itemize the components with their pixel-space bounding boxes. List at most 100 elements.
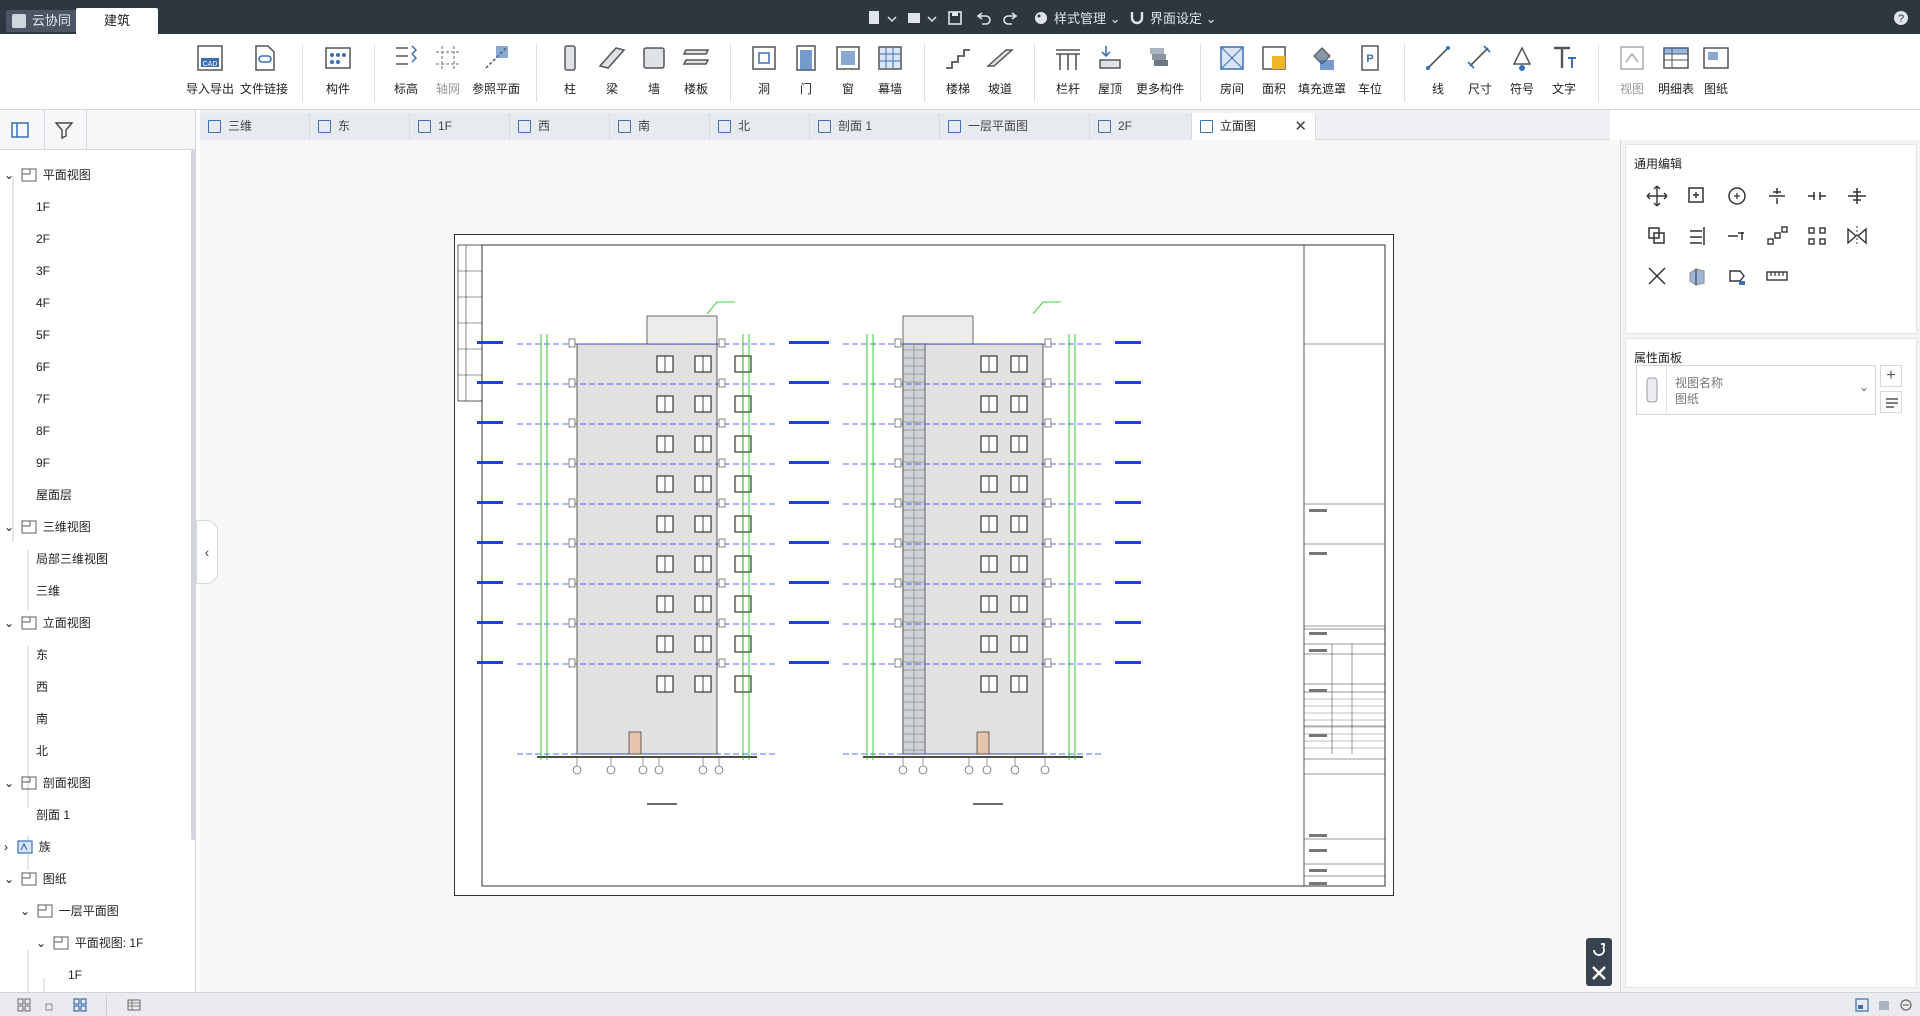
tab-3d[interactable]: 三维 [200, 113, 310, 140]
tree-node-1f-sub[interactable]: 1F [68, 965, 82, 985]
column-button[interactable]: 柱 [552, 42, 588, 97]
tree-node-family[interactable]: › 族 [4, 837, 51, 857]
elevation-mark-button[interactable]: 标高 [388, 42, 424, 97]
ui-settings-menu[interactable]: 界面设定 ⌄ [1150, 8, 1217, 26]
fill-mask-button[interactable]: 填充遮罩 [1296, 42, 1348, 97]
new-file-icon[interactable] [866, 9, 902, 27]
tab-section-1[interactable]: 剖面 1 [810, 113, 940, 140]
measure-icon[interactable] [1764, 263, 1790, 289]
trim-icon[interactable] [1764, 183, 1790, 209]
tree-node-6f[interactable]: 6F [36, 357, 50, 377]
schedule-button[interactable]: 明细表 [1654, 42, 1698, 97]
single-layout-icon[interactable] [42, 997, 58, 1013]
area-button[interactable]: 面积 [1256, 42, 1292, 97]
drawing-canvas[interactable]: ‹ [196, 140, 1620, 992]
edit-type-button[interactable] [1880, 391, 1902, 413]
save-icon[interactable] [946, 9, 964, 27]
tree-node-east[interactable]: 东 [36, 645, 48, 665]
3d-box-icon[interactable] [1684, 263, 1710, 289]
sheet-status-icon[interactable] [1854, 997, 1870, 1013]
opening-button[interactable]: 洞 [746, 42, 782, 97]
tree-node-3d-views[interactable]: ⌄ 三维视图 [4, 517, 91, 537]
tree-node-plan-view-1f[interactable]: ⌄ 平面视图: 1F [36, 933, 143, 953]
tree-node-2f[interactable]: 2F [36, 229, 50, 249]
tree-scrollbar[interactable] [191, 150, 196, 840]
tab-1f[interactable]: 1F [410, 113, 510, 140]
copy-icon[interactable] [1684, 183, 1710, 209]
cloud-collab-tab[interactable]: 云协同 [6, 10, 82, 32]
tree-node-first-floor-plan-sheet[interactable]: ⌄ 一层平面图 [20, 901, 119, 921]
tree-node-5f[interactable]: 5F [36, 325, 50, 345]
extend-icon[interactable] [1844, 183, 1870, 209]
tab-south[interactable]: 南 [610, 113, 710, 140]
room-button[interactable]: 房间 [1214, 42, 1250, 97]
architecture-tab[interactable]: 建筑 [76, 8, 158, 34]
add-type-button[interactable]: + [1880, 365, 1902, 387]
collapse-panel-button[interactable]: ‹ [196, 520, 218, 584]
grid-layout-icon[interactable] [16, 997, 32, 1013]
door-button[interactable]: 门 [788, 42, 824, 97]
rotate-icon[interactable] [1724, 183, 1750, 209]
tree-node-partial-3d[interactable]: 局部三维视图 [36, 549, 108, 569]
rotate-view-icon[interactable] [1589, 941, 1609, 959]
file-link-button[interactable]: 文件链接 [238, 42, 290, 97]
tree-node-south[interactable]: 南 [36, 709, 48, 729]
open-file-icon[interactable] [906, 9, 942, 27]
view-type-selector[interactable]: 视图名称 图纸 ⌄ [1636, 365, 1876, 415]
tab-elevation-drawing[interactable]: 立面图 ✕ [1192, 113, 1316, 140]
beam-button[interactable]: 梁 [594, 42, 630, 97]
tab-north[interactable]: 北 [710, 113, 810, 140]
align-icon[interactable] [1684, 223, 1710, 249]
tree-node-roof-level[interactable]: 屋面层 [36, 485, 72, 505]
tree-node-section-views[interactable]: ⌄ 剖面视图 [4, 773, 91, 793]
break-icon[interactable] [1724, 223, 1750, 249]
tab-west[interactable]: 西 [510, 113, 610, 140]
undo-icon[interactable] [974, 9, 992, 27]
slab-button[interactable]: 楼板 [678, 42, 714, 97]
settings-circle-icon[interactable] [1898, 997, 1914, 1013]
tab-2f[interactable]: 2F [1090, 113, 1192, 140]
tree-node-sheets[interactable]: ⌄ 图纸 [4, 869, 67, 889]
text-button[interactable]: 文字 [1546, 42, 1582, 97]
symbol-button[interactable]: 符号 [1504, 42, 1540, 97]
tree-node-3f[interactable]: 3F [36, 261, 50, 281]
ramp-button[interactable]: 坡道 [982, 42, 1018, 97]
line-button[interactable]: 线 [1420, 42, 1456, 97]
mirror-icon[interactable] [1844, 223, 1870, 249]
tree-node-west[interactable]: 西 [36, 677, 48, 697]
import-export-button[interactable]: CAD 导入导出 [182, 42, 238, 97]
tree-node-elevation-views[interactable]: ⌄ 立面视图 [4, 613, 91, 633]
delete-icon[interactable] [1644, 263, 1670, 289]
tab-east[interactable]: 东 [310, 113, 410, 140]
tree-node-4f[interactable]: 4F [36, 293, 50, 313]
tree-node-8f[interactable]: 8F [36, 421, 50, 441]
window-button[interactable]: 窗 [830, 42, 866, 97]
ref-plane-button[interactable]: 参照平面 [470, 42, 522, 97]
filter-icon[interactable] [54, 121, 74, 139]
tab-first-floor-plan[interactable]: 一层平面图 [940, 113, 1090, 140]
help-icon[interactable]: ? [1892, 9, 1910, 27]
array-icon[interactable] [1764, 223, 1790, 249]
view-button[interactable]: 视图 [1614, 42, 1650, 97]
parking-button[interactable]: P 车位 [1352, 42, 1388, 97]
more-components-button[interactable]: 更多构件 [1134, 42, 1186, 97]
redo-icon[interactable] [1002, 9, 1020, 27]
tree-node-7f[interactable]: 7F [36, 389, 50, 409]
component-button[interactable]: 构件 [318, 42, 358, 97]
layer-icon[interactable] [1876, 997, 1892, 1013]
tree-node-1f[interactable]: 1F [36, 197, 50, 217]
curtain-wall-button[interactable]: 幕墙 [872, 42, 908, 97]
dimension-button[interactable]: 尺寸 [1462, 42, 1498, 97]
tree-node-section-1[interactable]: 剖面 1 [36, 805, 70, 825]
tree-node-north[interactable]: 北 [36, 741, 48, 761]
browser-tree-icon[interactable] [10, 121, 30, 139]
railing-button[interactable]: 栏杆 [1050, 42, 1086, 97]
table-view-icon[interactable] [126, 997, 142, 1013]
tile-layout-icon[interactable] [72, 997, 88, 1013]
tree-node-9f[interactable]: 9F [36, 453, 50, 473]
close-icon[interactable]: ✕ [1294, 113, 1307, 140]
array-grid-icon[interactable] [1804, 223, 1830, 249]
tree-node-3d[interactable]: 三维 [36, 581, 60, 601]
style-manage-menu[interactable]: 样式管理 ⌄ [1054, 8, 1121, 26]
offset-icon[interactable] [1644, 223, 1670, 249]
